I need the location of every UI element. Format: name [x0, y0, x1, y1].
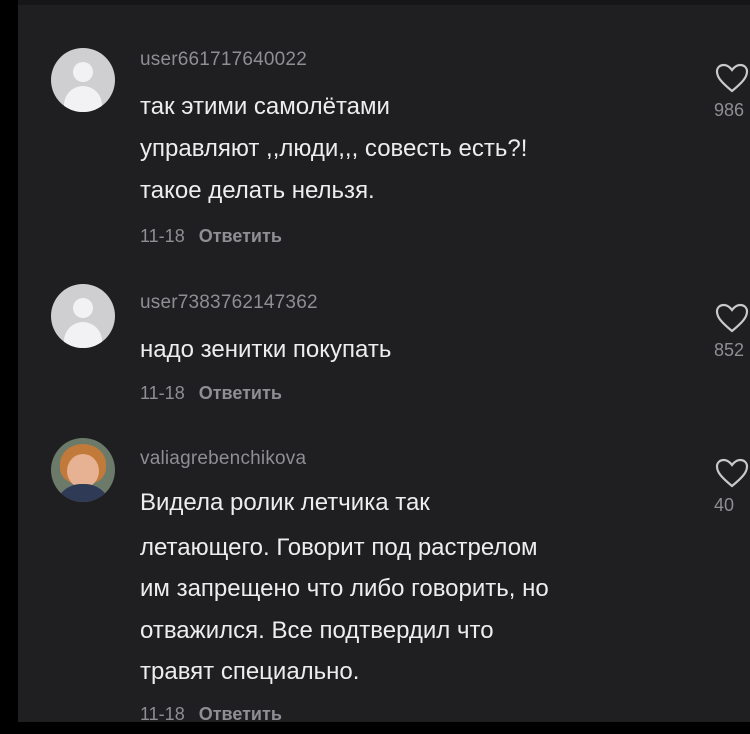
comment-text-line: такое делать нельзя.: [140, 177, 375, 204]
avatar[interactable]: [51, 48, 115, 112]
like-count: 40: [714, 495, 735, 515]
comment-text-line: травят специально.: [140, 658, 360, 685]
comment-username[interactable]: user661717640022: [140, 49, 307, 71]
comment-text-line: им запрещено что либо говорить, но: [140, 575, 549, 602]
comment-text-line: отважился. Все подтвердил что: [140, 617, 494, 644]
comment-text-line: Видела ролик летчика так: [140, 489, 430, 516]
avatar-body-shape: [64, 322, 102, 348]
reply-button[interactable]: Ответить: [199, 226, 282, 246]
reply-button[interactable]: Ответить: [199, 383, 282, 403]
comment-date: 11-18: [140, 704, 185, 722]
comment-meta: 11-18 Ответить: [140, 383, 282, 404]
comment-text-line: летающего. Говорит под растрелом: [140, 534, 538, 561]
top-divider: [18, 0, 750, 5]
reply-button[interactable]: Ответить: [199, 704, 282, 722]
avatar[interactable]: [51, 438, 115, 502]
avatar-head-shape: [73, 298, 93, 318]
comment-date: 11-18: [140, 383, 185, 403]
comment-meta: 11-18 Ответить: [140, 226, 282, 247]
comment-text-line: так этими самолётами: [140, 93, 390, 120]
comment-text-line: управляют ,,люди,,, совесть есть?!: [140, 135, 528, 162]
comment-date: 11-18: [140, 226, 185, 246]
heart-outline-icon[interactable]: [714, 62, 750, 94]
comment-username[interactable]: valiagrebenchikova: [140, 448, 306, 470]
avatar-photo-shoulders: [55, 484, 111, 502]
avatar[interactable]: [51, 284, 115, 348]
heart-outline-icon[interactable]: [714, 302, 750, 334]
like-count: 986: [714, 100, 745, 120]
like-count: 852: [714, 340, 745, 360]
avatar-body-shape: [64, 86, 102, 112]
heart-outline-icon[interactable]: [714, 457, 750, 489]
comment-username[interactable]: user7383762147362: [140, 292, 318, 314]
avatar-head-shape: [73, 62, 93, 82]
comment-text-line: надо зенитки покупать: [140, 336, 392, 363]
avatar-photo-face: [67, 454, 99, 488]
comments-panel: user661717640022 так этими самолётами уп…: [18, 0, 750, 722]
comment-meta: 11-18 Ответить: [140, 704, 282, 722]
